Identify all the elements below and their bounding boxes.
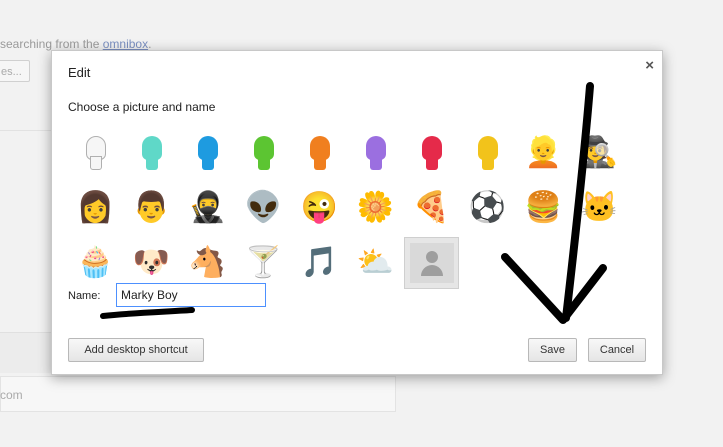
burger-avatar-icon: 🍔 — [524, 191, 563, 224]
blue-avatar-icon — [195, 136, 221, 170]
yellow-avatar-icon — [475, 136, 501, 170]
omnibox-link[interactable]: omnibox — [103, 37, 148, 51]
avatar-option[interactable] — [404, 127, 459, 179]
avatar-option[interactable] — [68, 127, 123, 179]
avatar-option[interactable]: 👽 — [236, 182, 291, 234]
ninja-avatar-icon: 🥷 — [188, 191, 227, 224]
music-note-avatar-icon: 🎵 — [300, 246, 339, 279]
avatar-option[interactable]: 😜 — [292, 182, 347, 234]
avatar-option[interactable]: 🕵 — [572, 127, 627, 179]
avatar-option[interactable]: 👱 — [516, 127, 571, 179]
cancel-button[interactable]: Cancel — [588, 338, 646, 362]
avatar-option[interactable] — [404, 237, 459, 289]
avatar-option[interactable]: 🌼 — [348, 182, 403, 234]
avatar-option[interactable] — [348, 127, 403, 179]
background-divider — [0, 130, 52, 131]
businessman-avatar-icon: 👱 — [524, 136, 563, 169]
avatar-option[interactable] — [460, 127, 515, 179]
save-button[interactable]: Save — [528, 338, 577, 362]
red-avatar-icon — [419, 136, 445, 170]
avatar-option[interactable]: 🐱 — [572, 182, 627, 234]
generic-profile-avatar-icon — [409, 243, 454, 283]
green-avatar-icon — [251, 136, 277, 170]
cat-avatar-icon: 🐱 — [580, 191, 619, 224]
horse-avatar-icon: 🐴 — [188, 246, 227, 279]
dog-avatar-icon: 🐶 — [132, 246, 171, 279]
avatar-option[interactable] — [124, 127, 179, 179]
background-button[interactable]: es... — [0, 60, 30, 82]
cupcake-avatar-icon: 🧁 — [76, 246, 115, 279]
sun-cloud-avatar-icon: ⛅ — [356, 246, 395, 279]
sunglasses-man-avatar-icon: 🕵 — [580, 136, 619, 169]
cocktail-avatar-icon: 🍸 — [244, 246, 283, 279]
dialog-subtitle: Choose a picture and name — [68, 100, 216, 114]
purple-avatar-icon — [363, 136, 389, 170]
close-icon[interactable]: × — [645, 57, 654, 74]
smiley-avatar-icon: 😜 — [300, 191, 339, 224]
avatar-option[interactable]: 🎵 — [292, 237, 347, 289]
pizza-avatar-icon: 🍕 — [412, 191, 451, 224]
edit-profile-dialog: Edit × Choose a picture and name 👱 🕵 👩 👨 🥷 👽 😜… — [51, 50, 663, 375]
background-search-hint: searching from the omnibox. — [0, 37, 152, 51]
name-input[interactable] — [116, 283, 266, 307]
name-label: Name: — [68, 290, 101, 302]
avatar-option[interactable]: 🐴 — [180, 237, 235, 289]
avatar-option[interactable]: ⚽ — [460, 182, 515, 234]
flower-avatar-icon: 🌼 — [356, 191, 395, 224]
dialog-title: Edit — [68, 65, 91, 80]
woman-avatar-icon: 👩 — [76, 191, 115, 224]
avatar-option[interactable]: ⛅ — [348, 237, 403, 289]
avatar-option[interactable]: 🐶 — [124, 237, 179, 289]
avatar-option[interactable]: 🍕 — [404, 182, 459, 234]
soccer-ball-avatar-icon: ⚽ — [468, 191, 507, 224]
avatar-option[interactable]: 🍸 — [236, 237, 291, 289]
avatar-option[interactable]: 🍔 — [516, 182, 571, 234]
background-row — [0, 332, 52, 373]
orange-avatar-icon — [307, 136, 333, 170]
avatar-option[interactable]: 🥷 — [180, 182, 235, 234]
avatar-option[interactable]: 🧁 — [68, 237, 123, 289]
add-desktop-shortcut-button[interactable]: Add desktop shortcut — [68, 338, 204, 362]
avatar-option[interactable]: 👩 — [68, 182, 123, 234]
background-field — [0, 376, 396, 412]
avatar-option[interactable] — [236, 127, 291, 179]
man-avatar-icon: 👨 — [132, 191, 171, 224]
avatar-option[interactable] — [292, 127, 347, 179]
background-footer-text: com — [0, 388, 23, 402]
avatar-grid: 👱 🕵 👩 👨 🥷 👽 😜 🌼 🍕 ⚽ 🍔 🐱 🧁 🐶 🐴 🍸 🎵 ⛅ — [68, 127, 648, 289]
white-avatar-icon — [83, 136, 109, 170]
avatar-option[interactable]: 👨 — [124, 182, 179, 234]
alien-avatar-icon: 👽 — [244, 191, 283, 224]
teal-avatar-icon — [139, 136, 165, 170]
avatar-option[interactable] — [180, 127, 235, 179]
